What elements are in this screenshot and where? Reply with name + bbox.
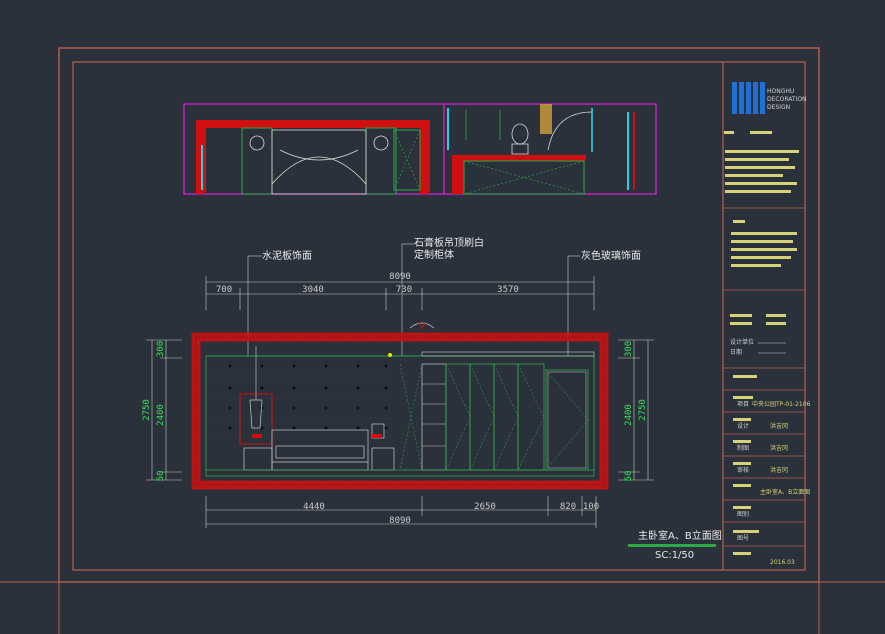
title-block: HONGHU DECORATION DESIGN 设计单位 日期 项目 中央公园… — [722, 62, 811, 570]
dim-bottom-seg-2: 2650 — [474, 502, 496, 512]
field-date-label: 日期 — [730, 348, 742, 356]
dim-right-ceiling: 300 — [624, 341, 634, 357]
cad-drawing-canvas: 水泥板饰面 石膏板吊顶刷白 定制柜体 灰色玻璃饰面 8090 700 3040 … — [0, 47, 885, 634]
sheet-outer-frame — [58, 47, 820, 583]
callout-grey-glass: 灰色玻璃饰面 — [581, 249, 641, 262]
dim-top-seg-4: 3570 — [497, 285, 519, 295]
tb-row-checker-label: 审核 — [737, 466, 749, 474]
tb-row-project-label: 项目 — [737, 401, 749, 408]
drawing-title: 主卧室A、B立面图 — [638, 529, 722, 542]
dim-left-total: 2750 — [142, 399, 152, 421]
dim-bottom-seg-4: 100 — [583, 502, 599, 512]
dim-left-wall: 2400 — [156, 404, 166, 426]
callout-cement-board: 水泥板饰面 — [262, 249, 312, 262]
dim-right-base: 50 — [624, 471, 634, 482]
bedroom-elevation-view — [191, 321, 609, 490]
tb-row-date-value: 2016.03 — [770, 559, 795, 566]
tb-row-category-label: 图别 — [737, 510, 749, 518]
drawing-scale: SC:1/50 — [655, 550, 694, 561]
dim-bottom-total: 8090 — [389, 516, 411, 526]
dim-top-seg-1: 700 — [216, 285, 232, 295]
tb-row-drafter-value: 洪吉冈 — [770, 444, 788, 452]
tb-row-checker-value: 洪吉冈 — [770, 466, 788, 474]
dim-left-ceiling: 300 — [156, 341, 166, 357]
dim-bottom-seg-3: 820 — [560, 502, 576, 512]
dim-right-wall: 2400 — [624, 404, 634, 426]
callout-gypsum-ceiling: 石膏板吊顶刷白 — [414, 236, 484, 249]
tb-row-designer-value: 洪吉冈 — [770, 422, 788, 430]
sheet-inner-frame — [72, 61, 806, 571]
logo-line-1: HONGHU — [767, 88, 794, 95]
dim-top-total: 8090 — [389, 272, 411, 282]
tb-row-project-value: 中央公园TP-01-2106 — [752, 400, 811, 408]
tb-row-drafter-label: 制图 — [737, 444, 749, 452]
logo-line-3: DESIGN — [767, 104, 790, 111]
dim-right-total: 2750 — [638, 399, 648, 421]
dim-top-seg-3: 730 — [396, 285, 412, 295]
logo-line-2: DECORATION — [767, 96, 807, 103]
floor-plan-view — [183, 103, 657, 195]
tb-row-number-label: 图号 — [737, 535, 749, 542]
tb-row-sheet-name: 主卧室A、B立面图 — [760, 488, 810, 496]
callout-custom-cabinet: 定制柜体 — [414, 248, 454, 261]
tb-row-designer-label: 设计 — [737, 422, 749, 430]
field-design-unit-label: 设计单位 — [730, 338, 754, 346]
company-logo-mark — [732, 82, 765, 114]
dim-bottom-seg-1: 4440 — [303, 502, 325, 512]
dim-top-seg-2: 3040 — [302, 285, 324, 295]
dim-left-base: 50 — [156, 471, 166, 482]
